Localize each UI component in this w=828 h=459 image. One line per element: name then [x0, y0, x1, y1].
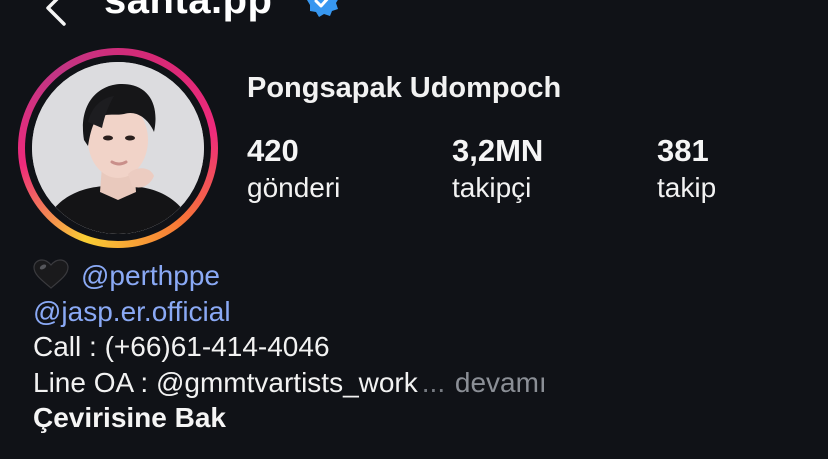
- bio-mention-perthppe[interactable]: @perthppe: [81, 260, 220, 291]
- profile-page: santa.pp Pongsapak Udompoch 420 gönderi …: [0, 0, 828, 459]
- bio-line-2: @jasp.er.official: [33, 294, 547, 330]
- stat-posts[interactable]: 420 gönderi: [247, 132, 340, 206]
- stat-following-count: 381: [657, 133, 709, 168]
- bio-line-oa-text: Line OA : @gmmtvartists_work: [33, 366, 418, 398]
- bio-call-line: Call : (+66)61-414-4046: [33, 331, 330, 362]
- bio-line-1: @perthppe: [33, 258, 547, 294]
- stat-following-label: takip: [657, 172, 717, 203]
- stat-posts-count: 420: [247, 133, 299, 168]
- avatar: [32, 62, 204, 234]
- profile-display-name: Pongsapak Udompoch: [247, 72, 562, 104]
- verified-badge-icon: [307, 0, 338, 17]
- stat-followers-count: 3,2MN: [452, 133, 544, 168]
- bio-mention-jasper[interactable]: @jasp.er.official: [33, 296, 231, 327]
- bio-line-oa: Line OA : @gmmtvartists_work... devamı: [33, 365, 547, 401]
- stat-following[interactable]: 381 takip: [657, 132, 716, 206]
- stat-followers-label: takipçi: [452, 172, 532, 203]
- bio-more-link[interactable]: devamı: [455, 367, 547, 398]
- profile-bio: @perthppe @jasp.er.official Call : (+66)…: [33, 258, 547, 436]
- avatar-story-ring[interactable]: [18, 48, 218, 248]
- profile-header: santa.pp: [0, 0, 828, 26]
- stat-posts-label: gönderi: [247, 172, 341, 203]
- black-heart-icon: [33, 259, 69, 289]
- header-username: santa.pp: [104, 0, 273, 22]
- back-chevron-icon[interactable]: [40, 0, 70, 26]
- bio-ellipsis: ...: [421, 366, 446, 398]
- avatar-portrait-image: [32, 62, 204, 234]
- translate-link[interactable]: Çevirisine Bak: [33, 400, 547, 436]
- stat-followers[interactable]: 3,2MN takipçi: [452, 132, 543, 206]
- avatar-ring-gap: [25, 55, 211, 241]
